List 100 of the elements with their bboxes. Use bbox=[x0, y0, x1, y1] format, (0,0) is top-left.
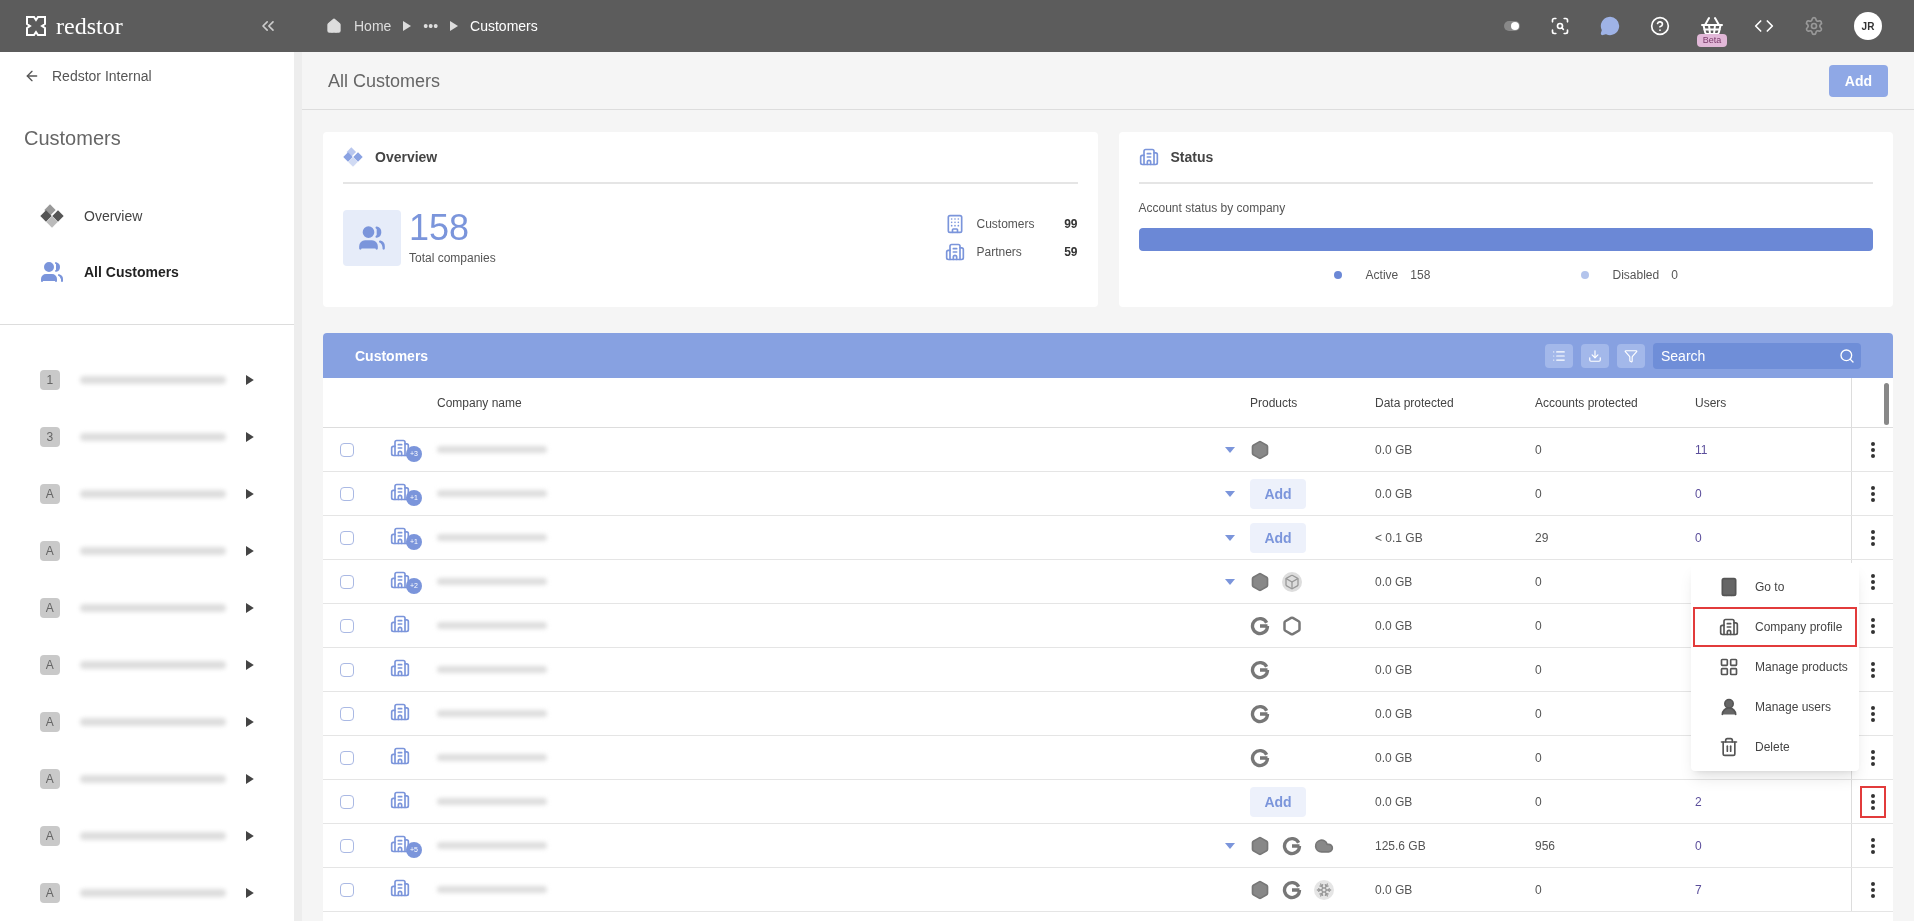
menu-item[interactable]: Company profile bbox=[1693, 607, 1857, 647]
company-initial-badge: A bbox=[40, 711, 60, 732]
search-field[interactable]: Search bbox=[1653, 342, 1861, 369]
row-checkbox[interactable] bbox=[340, 574, 354, 589]
expand-arrow-icon[interactable] bbox=[246, 830, 254, 841]
row-checkbox[interactable] bbox=[340, 750, 354, 765]
menu-item[interactable]: Manage users bbox=[1693, 687, 1857, 727]
users-cell: 0 bbox=[1695, 486, 1702, 501]
overview-icon bbox=[343, 147, 363, 167]
accounts-cell-text: 0 bbox=[1535, 881, 1543, 898]
data-protected-cell-text: 0.0 GB bbox=[1375, 881, 1414, 898]
expand-arrow-icon[interactable] bbox=[246, 545, 254, 556]
accounts-cell-text: 0 bbox=[1535, 661, 1543, 678]
search-icon[interactable] bbox=[1839, 347, 1855, 364]
legend-value: 158 bbox=[1410, 267, 1431, 283]
company-initial-badge: 3 bbox=[40, 426, 60, 447]
expand-arrow-icon[interactable] bbox=[246, 773, 254, 784]
kebab-icon bbox=[1870, 749, 1875, 766]
data-protected-cell-text: 0.0 GB bbox=[1375, 661, 1414, 678]
dropdown-caret-icon[interactable] bbox=[1225, 490, 1235, 497]
users-cell: 11 bbox=[1695, 442, 1708, 457]
users-icon bbox=[358, 224, 386, 252]
legend-value: 0 bbox=[1671, 267, 1678, 283]
column-header: Company name bbox=[437, 394, 523, 411]
accounts-cell-text: 0 bbox=[1535, 793, 1543, 810]
back-icon[interactable] bbox=[24, 68, 40, 84]
expand-arrow-icon[interactable] bbox=[246, 488, 254, 499]
snowflake-product-icon bbox=[1314, 879, 1334, 900]
accounts-cell-text: 0 bbox=[1535, 749, 1543, 766]
beta-badge: Beta bbox=[1696, 34, 1728, 47]
breadcrumb-arrow-icon bbox=[403, 21, 412, 31]
hexagon-product-icon bbox=[1250, 879, 1270, 900]
filter-icon bbox=[1624, 348, 1638, 363]
breadcrumb-link[interactable]: Customers bbox=[470, 16, 538, 36]
stat-value: 99 bbox=[1064, 216, 1078, 232]
row-checkbox[interactable] bbox=[340, 442, 354, 457]
list-icon bbox=[1552, 348, 1566, 363]
kebab-icon bbox=[1870, 573, 1875, 590]
sidebar-nav-item[interactable]: All Customers bbox=[0, 244, 294, 300]
company-initial-badge: A bbox=[40, 483, 60, 504]
dropdown-caret-icon[interactable] bbox=[1225, 534, 1235, 541]
stat-value: 59 bbox=[1064, 244, 1078, 260]
row-checkbox[interactable] bbox=[340, 882, 354, 897]
expand-arrow-icon[interactable] bbox=[246, 659, 254, 670]
brand-name: redstor bbox=[56, 12, 123, 41]
dropdown-caret-icon[interactable] bbox=[1225, 578, 1235, 585]
expand-arrow-icon[interactable] bbox=[246, 716, 254, 727]
buildings-icon bbox=[944, 242, 965, 262]
breadcrumb-link[interactable]: ••• bbox=[423, 16, 439, 36]
chat-icon[interactable] bbox=[1600, 16, 1620, 36]
kebab-icon bbox=[1870, 793, 1875, 810]
expand-arrow-icon[interactable] bbox=[246, 887, 254, 898]
g-product-icon bbox=[1250, 615, 1270, 636]
expand-arrow-icon[interactable] bbox=[246, 602, 254, 613]
menu-item[interactable]: Manage products bbox=[1693, 647, 1857, 687]
scrollbar bbox=[1884, 383, 1889, 425]
row-checkbox[interactable] bbox=[340, 838, 354, 853]
row-checkbox[interactable] bbox=[340, 662, 354, 677]
row-checkbox[interactable] bbox=[340, 618, 354, 633]
row-checkbox[interactable] bbox=[340, 486, 354, 501]
menu-item[interactable]: Go to bbox=[1693, 567, 1857, 607]
column-header: Data protected bbox=[1375, 394, 1455, 411]
g-product-icon bbox=[1250, 703, 1270, 724]
user-avatar[interactable]: JR bbox=[1854, 12, 1882, 40]
sidebar-nav-item[interactable]: Overview bbox=[0, 188, 294, 244]
accounts-cell-text: 0 bbox=[1535, 705, 1543, 722]
row-actions-button[interactable] bbox=[1859, 785, 1886, 818]
card-title: Status bbox=[1170, 148, 1214, 167]
overview-icon bbox=[40, 204, 64, 228]
help-icon[interactable] bbox=[1650, 16, 1670, 36]
dropdown-caret-icon[interactable] bbox=[1225, 842, 1235, 849]
users-cell: 0 bbox=[1695, 530, 1702, 545]
accounts-cell-text: 0 bbox=[1535, 617, 1543, 634]
expand-arrow-icon[interactable] bbox=[246, 374, 254, 385]
users-icon bbox=[40, 260, 64, 284]
hexagon-product-icon bbox=[1250, 439, 1270, 460]
row-checkbox[interactable] bbox=[340, 706, 354, 721]
table-title: Customers bbox=[355, 346, 429, 366]
g-product-icon bbox=[1250, 659, 1270, 680]
data-protected-cell-text: 0.0 GB bbox=[1375, 705, 1414, 722]
row-checkbox[interactable] bbox=[340, 794, 354, 809]
search-document-icon[interactable] bbox=[1550, 16, 1570, 36]
dropdown-caret-icon[interactable] bbox=[1225, 446, 1235, 453]
row-checkbox[interactable] bbox=[340, 530, 354, 545]
expand-arrow-icon[interactable] bbox=[246, 431, 254, 442]
company-initial-badge: A bbox=[40, 597, 60, 618]
legend-label: Disabled bbox=[1612, 267, 1660, 283]
company-initial-badge: A bbox=[40, 654, 60, 675]
g-product-icon bbox=[1282, 879, 1302, 900]
company-initial-badge: A bbox=[40, 825, 60, 846]
toggle-icon[interactable] bbox=[1504, 20, 1520, 32]
back-link[interactable]: Redstor Internal bbox=[52, 66, 152, 86]
menu-item[interactable]: Delete bbox=[1693, 727, 1857, 767]
home-icon bbox=[326, 18, 342, 34]
data-protected-cell-text: 0.0 GB bbox=[1375, 441, 1414, 458]
breadcrumb-link[interactable]: Home bbox=[354, 16, 392, 36]
kebab-icon bbox=[1870, 661, 1875, 678]
legend-label: Active bbox=[1365, 267, 1399, 283]
company-initial-badge: 1 bbox=[40, 369, 60, 390]
kebab-icon bbox=[1870, 837, 1875, 854]
